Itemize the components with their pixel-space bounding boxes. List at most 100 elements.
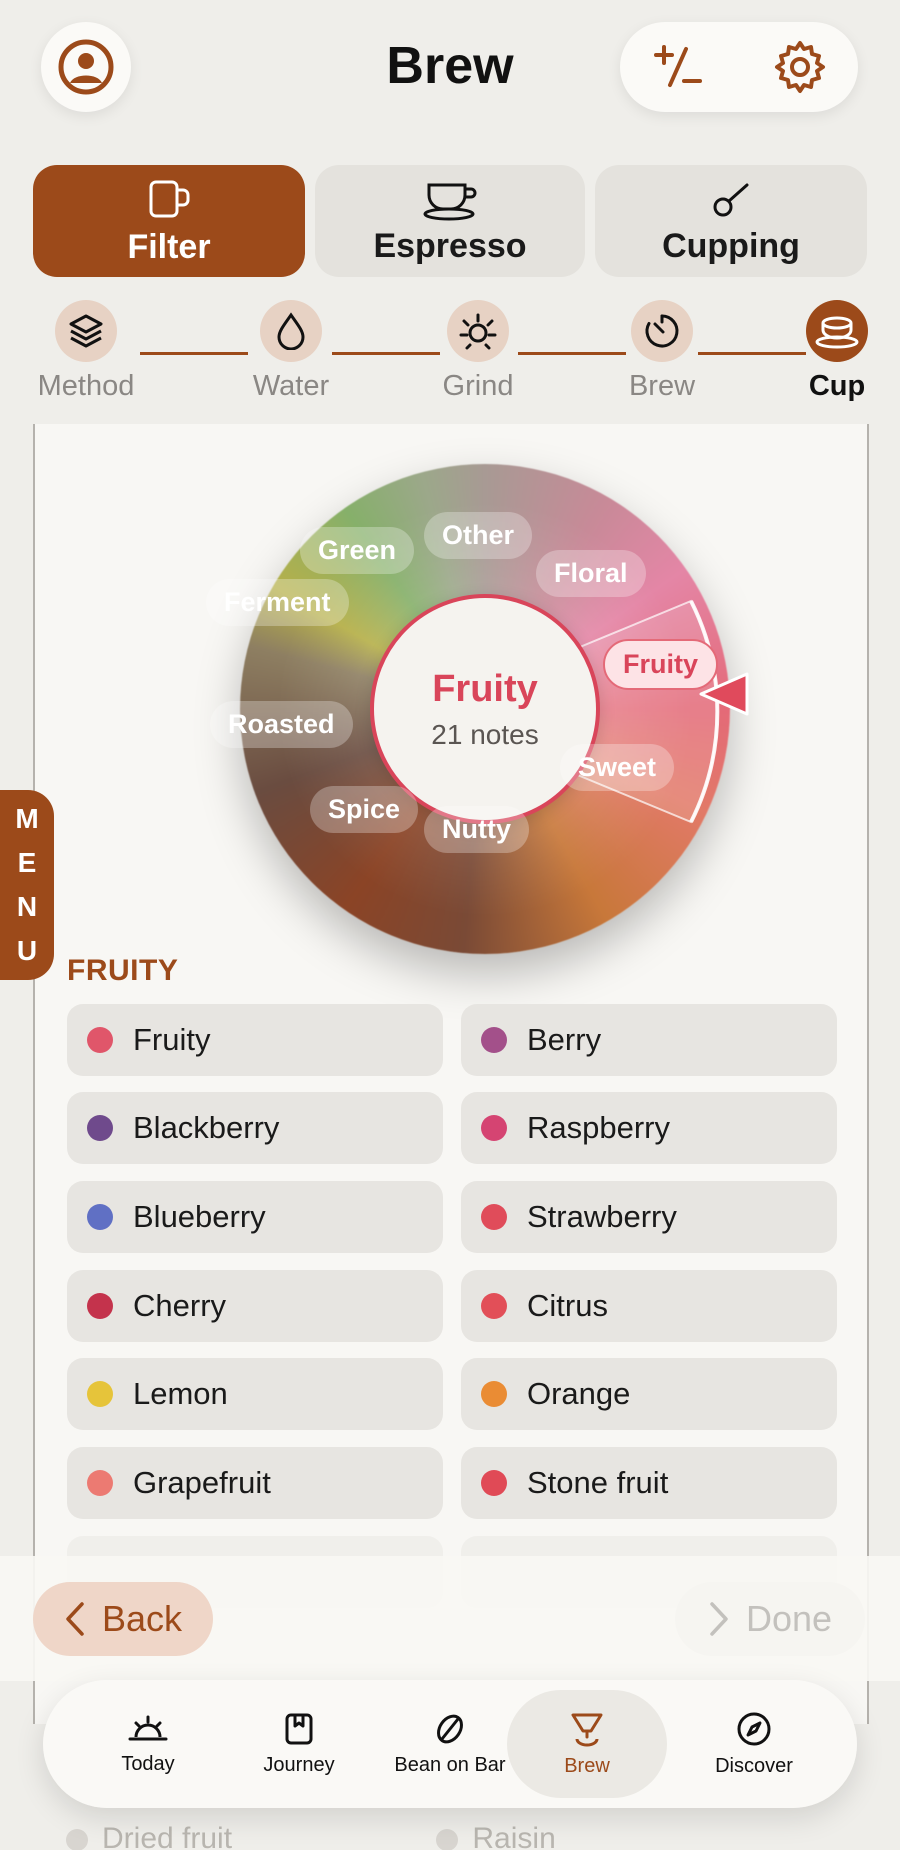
segment-cupping[interactable]: Cupping [595,165,867,277]
note-fruity[interactable]: Fruity [67,1004,443,1076]
wheel-segment-other[interactable]: Other [424,512,533,559]
flavor-wheel[interactable]: Fruity 21 notes Other Floral Fruity Swee… [205,444,745,984]
grinder-icon [459,313,497,350]
note-citrus[interactable]: Citrus [461,1270,837,1342]
menu-tab[interactable]: M E N U [0,790,54,980]
note-color-dot [87,1115,113,1141]
note-color-dot [481,1027,507,1053]
note-berry[interactable]: Berry [461,1004,837,1076]
note-cherry[interactable]: Cherry [67,1270,443,1342]
selection-pointer-icon [699,672,749,716]
note-strawberry[interactable]: Strawberry [461,1181,837,1253]
wheel-segment-spice[interactable]: Spice [310,786,419,833]
step-label: Method [37,370,135,402]
segment-label: Filter [127,227,211,266]
note-stone-fruit[interactable]: Stone fruit [461,1447,837,1519]
note-blueberry[interactable]: Blueberry [67,1181,443,1253]
note-label: Orange [527,1376,631,1411]
note-color-dot [436,1829,459,1850]
step-icon-wrap [806,300,868,362]
segment-label: Cupping [662,226,800,265]
adjust-button[interactable] [648,37,708,97]
tab-brew[interactable]: Brew [507,1690,667,1798]
note-color-dot [481,1115,507,1141]
step-cup[interactable]: Cup [767,300,900,403]
wheel-segment-nutty[interactable]: Nutty [424,806,529,853]
note-label: Raisin [472,1822,556,1850]
step-icon-wrap [631,300,693,362]
notebook-icon [285,1713,313,1744]
note-color-dot [481,1381,507,1407]
menu-letter: M [15,803,39,834]
note-label: Fruity [133,1022,211,1057]
note-label: Stone fruit [527,1465,669,1500]
step-icon-wrap [447,300,509,362]
step-icon-wrap [260,300,322,362]
wheel-segment-floral[interactable]: Floral [536,550,646,597]
mug-icon [149,180,190,217]
step-method[interactable]: Method [16,300,156,403]
step-label: Cup [808,370,866,402]
cup-icon [815,316,859,349]
header-tools [620,22,858,112]
action-bar: Back Done [0,1556,900,1681]
cup-panel: Fruity 21 notes Other Floral Fruity Swee… [33,424,869,1724]
menu-letter: E [17,847,37,878]
note-color-dot [481,1204,507,1230]
tab-bar: Today Journey Bean on Bar Brew Discover [43,1680,857,1808]
wheel-segment-roasted[interactable]: Roasted [210,701,353,748]
segment-filter[interactable]: Filter [33,165,305,277]
note-orange[interactable]: Orange [461,1358,837,1430]
menu-letter: U [16,935,38,966]
step-water[interactable]: Water [221,300,361,403]
step-grind[interactable]: Grind [408,300,548,403]
note-blackberry[interactable]: Blackberry [67,1092,443,1164]
note-color-dot [481,1293,507,1319]
note-label: Raspberry [527,1110,670,1145]
wheel-segment-green[interactable]: Green [300,527,415,574]
tab-discover[interactable]: Discover [674,1690,834,1798]
tab-bean-on-bar[interactable]: Bean on Bar [370,1690,530,1798]
note-color-dot [87,1027,113,1053]
droplet-icon [277,312,305,350]
step-brew[interactable]: Brew [592,300,732,403]
note-label: Lemon [133,1376,228,1411]
note-label: Cherry [133,1288,227,1323]
tab-label: Bean on Bar [394,1753,506,1776]
settings-button[interactable] [770,37,830,97]
note-label: Dried fruit [102,1822,233,1850]
tab-label: Journey [263,1753,335,1776]
wheel-segment-ferment[interactable]: Ferment [206,579,349,626]
back-button[interactable]: Back [33,1582,213,1656]
note-label: Grapefruit [133,1465,271,1500]
header: Brew [0,0,900,140]
tab-label: Brew [564,1754,610,1777]
done-label: Done [745,1598,833,1639]
note-raspberry[interactable]: Raspberry [461,1092,837,1164]
note-color-dot [481,1470,507,1496]
step-label: Brew [628,370,696,402]
segment-label: Espresso [373,226,527,265]
spoon-icon [713,183,749,216]
wheel-segment-sweet[interactable]: Sweet [560,744,675,791]
step-label: Grind [442,370,514,402]
segment-espresso[interactable]: Espresso [315,165,585,277]
layers-icon [69,314,103,348]
gear-icon [775,41,825,93]
note-grapefruit[interactable]: Grapefruit [67,1447,443,1519]
note-lemon[interactable]: Lemon [67,1358,443,1430]
note-label: Berry [527,1022,602,1057]
note-color-dot [87,1381,113,1407]
tab-label: Discover [715,1754,793,1777]
back-label: Back [101,1598,183,1639]
sunrise-icon [128,1715,168,1740]
note-label: Blackberry [133,1110,280,1145]
chevron-right-icon [710,1602,728,1636]
tab-today[interactable]: Today [68,1690,228,1798]
tab-label: Today [121,1752,175,1775]
note-color-dot [87,1470,113,1496]
done-button[interactable]: Done [675,1582,865,1656]
tab-journey[interactable]: Journey [219,1690,379,1798]
faded-notes-row: Dried fruit Raisin [66,1822,834,1850]
selected-category: Fruity [432,667,538,710]
